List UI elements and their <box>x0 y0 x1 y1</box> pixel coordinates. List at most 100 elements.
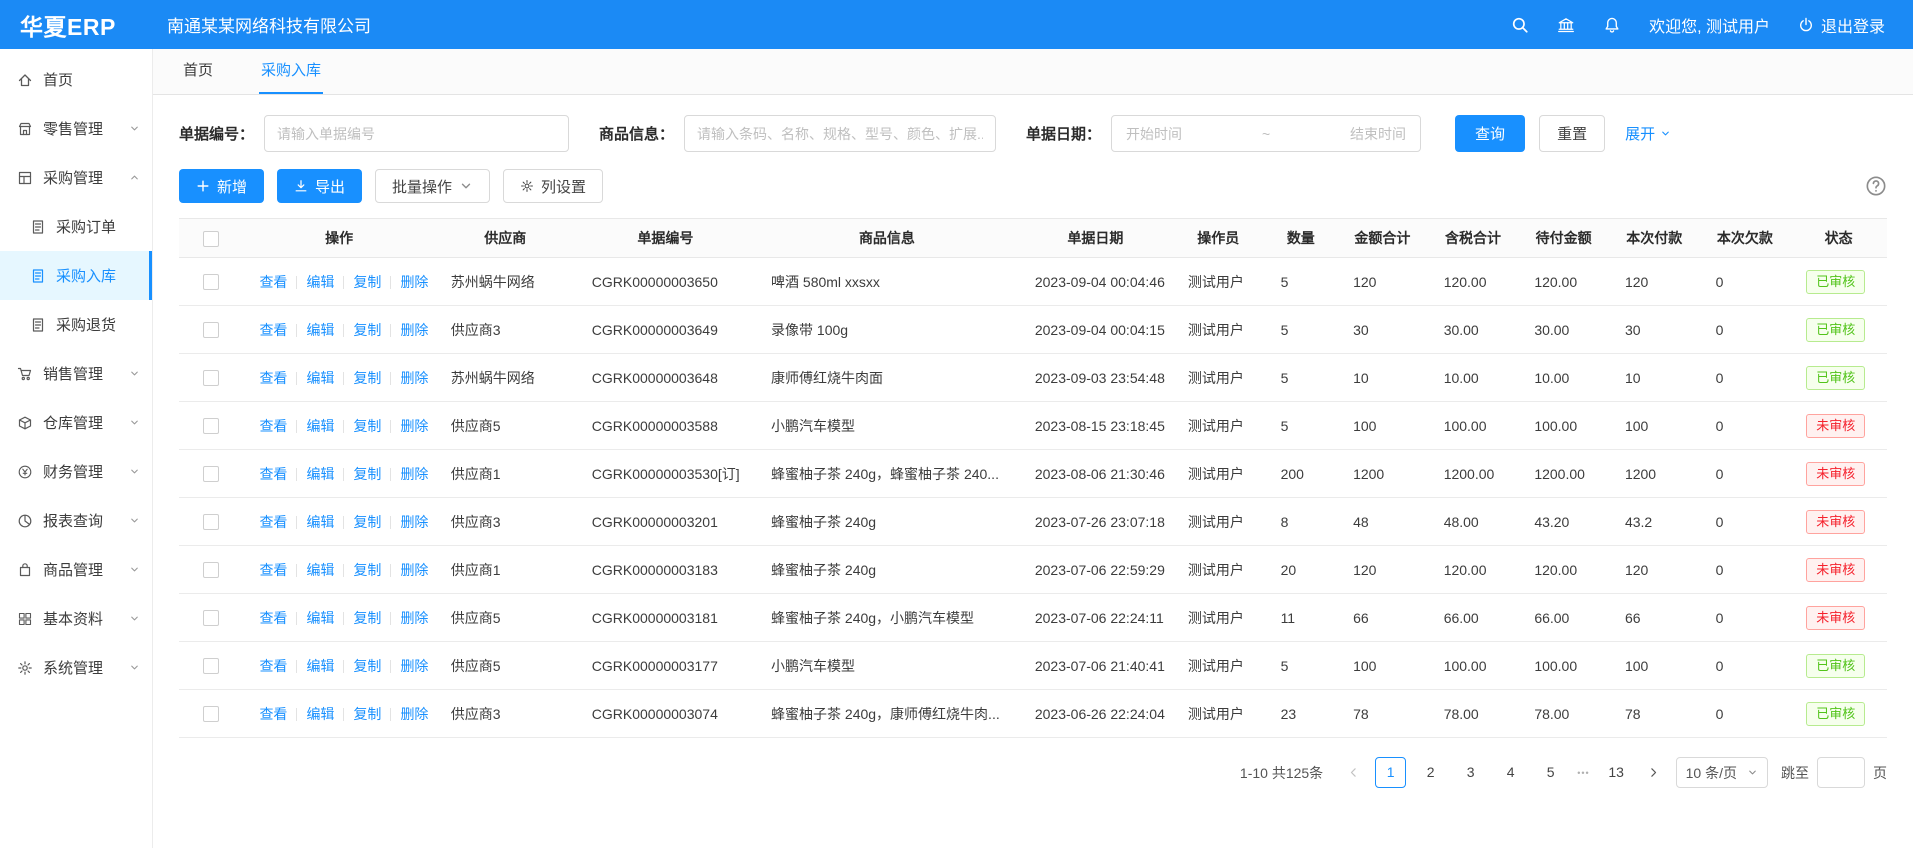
reset-button[interactable]: 重置 <box>1539 115 1605 152</box>
row-action-delete[interactable]: 删除 <box>400 370 428 386</box>
row-action-view[interactable]: 查看 <box>259 514 287 530</box>
row-action-delete[interactable]: 删除 <box>400 658 428 674</box>
row-checkbox[interactable] <box>203 322 219 338</box>
row-checkbox[interactable] <box>203 562 219 578</box>
table-row: 查看编辑复制删除供应商5CGRK00000003181蜂蜜柚子茶 240g，小鹏… <box>179 594 1887 642</box>
row-action-view[interactable]: 查看 <box>259 562 287 578</box>
row-action-delete[interactable]: 删除 <box>400 514 428 530</box>
sidebar-item-零售管理[interactable]: 零售管理 <box>0 104 152 153</box>
pagination-page-5[interactable]: 5 <box>1535 757 1566 788</box>
row-checkbox[interactable] <box>203 658 219 674</box>
sidebar-item-系统管理[interactable]: 系统管理 <box>0 643 152 692</box>
sidebar-item-财务管理[interactable]: 财务管理 <box>0 447 152 496</box>
pagination-prev[interactable] <box>1340 758 1366 788</box>
logout-button[interactable]: 退出登录 <box>1798 13 1885 37</box>
export-button[interactable]: 导出 <box>277 169 362 203</box>
action-divider <box>296 660 297 673</box>
row-action-copy[interactable]: 复制 <box>353 466 381 482</box>
tab-采购入库[interactable]: 采购入库 <box>259 59 323 94</box>
sidebar-item-仓库管理[interactable]: 仓库管理 <box>0 398 152 447</box>
page-size-select[interactable]: 10 条/页 <box>1676 757 1768 788</box>
row-action-edit[interactable]: 编辑 <box>306 418 334 434</box>
sidebar-item-采购订单[interactable]: 采购订单 <box>0 202 152 251</box>
pagination-page-2[interactable]: 2 <box>1415 757 1446 788</box>
row-action-edit[interactable]: 编辑 <box>306 706 334 722</box>
row-action-delete[interactable]: 删除 <box>400 418 428 434</box>
row-action-edit[interactable]: 编辑 <box>306 514 334 530</box>
row-action-copy[interactable]: 复制 <box>353 370 381 386</box>
sidebar-item-首页[interactable]: 首页 <box>0 55 152 104</box>
row-action-view[interactable]: 查看 <box>259 610 287 626</box>
row-action-view[interactable]: 查看 <box>259 418 287 434</box>
sidebar-item-销售管理[interactable]: 销售管理 <box>0 349 152 398</box>
row-action-view[interactable]: 查看 <box>259 466 287 482</box>
row-checkbox[interactable] <box>203 274 219 290</box>
row-action-copy[interactable]: 复制 <box>353 658 381 674</box>
bell-icon[interactable] <box>1603 16 1621 34</box>
row-action-copy[interactable]: 复制 <box>353 418 381 434</box>
row-action-copy[interactable]: 复制 <box>353 322 381 338</box>
expand-link[interactable]: 展开 <box>1625 123 1671 144</box>
row-action-copy[interactable]: 复制 <box>353 706 381 722</box>
sidebar-item-采购管理[interactable]: 采购管理 <box>0 153 152 202</box>
row-action-delete[interactable]: 删除 <box>400 274 428 290</box>
row-checkbox[interactable] <box>203 370 219 386</box>
pagination-page-3[interactable]: 3 <box>1455 757 1486 788</box>
help-icon[interactable] <box>1865 175 1887 197</box>
row-checkbox[interactable] <box>203 466 219 482</box>
row-action-edit[interactable]: 编辑 <box>306 610 334 626</box>
pagination-ellipsis[interactable]: ••• <box>1575 768 1591 778</box>
sidebar-item-商品管理[interactable]: 商品管理 <box>0 545 152 594</box>
row-action-edit[interactable]: 编辑 <box>306 370 334 386</box>
row-action-edit[interactable]: 编辑 <box>306 562 334 578</box>
row-action-copy[interactable]: 复制 <box>353 610 381 626</box>
row-action-delete[interactable]: 删除 <box>400 322 428 338</box>
pagination-next[interactable] <box>1641 758 1667 788</box>
row-action-delete[interactable]: 删除 <box>400 610 428 626</box>
row-action-delete[interactable]: 删除 <box>400 706 428 722</box>
column-settings-button[interactable]: 列设置 <box>503 169 603 203</box>
pagination-page-1[interactable]: 1 <box>1375 757 1406 788</box>
plus-icon <box>196 179 210 193</box>
sidebar-item-基本资料[interactable]: 基本资料 <box>0 594 152 643</box>
jump-input[interactable] <box>1817 757 1865 788</box>
bank-icon[interactable] <box>1557 16 1575 34</box>
row-action-view[interactable]: 查看 <box>259 706 287 722</box>
row-checkbox[interactable] <box>203 514 219 530</box>
tab-首页[interactable]: 首页 <box>181 59 215 94</box>
row-action-copy[interactable]: 复制 <box>353 274 381 290</box>
date-range-picker[interactable]: 开始时间 ~ 结束时间 <box>1111 115 1421 152</box>
row-action-copy[interactable]: 复制 <box>353 562 381 578</box>
add-button[interactable]: 新增 <box>179 169 264 203</box>
cell-unpaid: 120.00 <box>1518 546 1609 594</box>
row-action-copy[interactable]: 复制 <box>353 514 381 530</box>
row-action-delete[interactable]: 删除 <box>400 466 428 482</box>
row-action-edit[interactable]: 编辑 <box>306 322 334 338</box>
row-action-edit[interactable]: 编辑 <box>306 658 334 674</box>
row-checkbox[interactable] <box>203 706 219 722</box>
pagination-page-13[interactable]: 13 <box>1601 757 1632 788</box>
row-action-delete[interactable]: 删除 <box>400 562 428 578</box>
row-action-view[interactable]: 查看 <box>259 322 287 338</box>
row-action-view[interactable]: 查看 <box>259 370 287 386</box>
pagination-page-4[interactable]: 4 <box>1495 757 1526 788</box>
product-info-input[interactable] <box>684 115 996 152</box>
row-action-view[interactable]: 查看 <box>259 274 287 290</box>
search-icon[interactable] <box>1511 16 1529 34</box>
batch-actions-button[interactable]: 批量操作 <box>375 169 490 203</box>
batch-label: 批量操作 <box>392 176 452 197</box>
bill-no-input[interactable] <box>264 115 569 152</box>
sidebar-item-label: 基本资料 <box>43 608 103 629</box>
row-action-edit[interactable]: 编辑 <box>306 466 334 482</box>
select-all-checkbox[interactable] <box>203 231 219 247</box>
row-checkbox[interactable] <box>203 610 219 626</box>
search-button[interactable]: 查询 <box>1455 115 1525 152</box>
row-action-view[interactable]: 查看 <box>259 658 287 674</box>
row-action-edit[interactable]: 编辑 <box>306 274 334 290</box>
sidebar-item-label: 报表查询 <box>43 510 103 531</box>
row-checkbox[interactable] <box>203 418 219 434</box>
sidebar-item-报表查询[interactable]: 报表查询 <box>0 496 152 545</box>
app-logo[interactable]: 华夏ERP <box>0 8 153 42</box>
sidebar-item-采购入库[interactable]: 采购入库 <box>0 251 152 300</box>
sidebar-item-采购退货[interactable]: 采购退货 <box>0 300 152 349</box>
